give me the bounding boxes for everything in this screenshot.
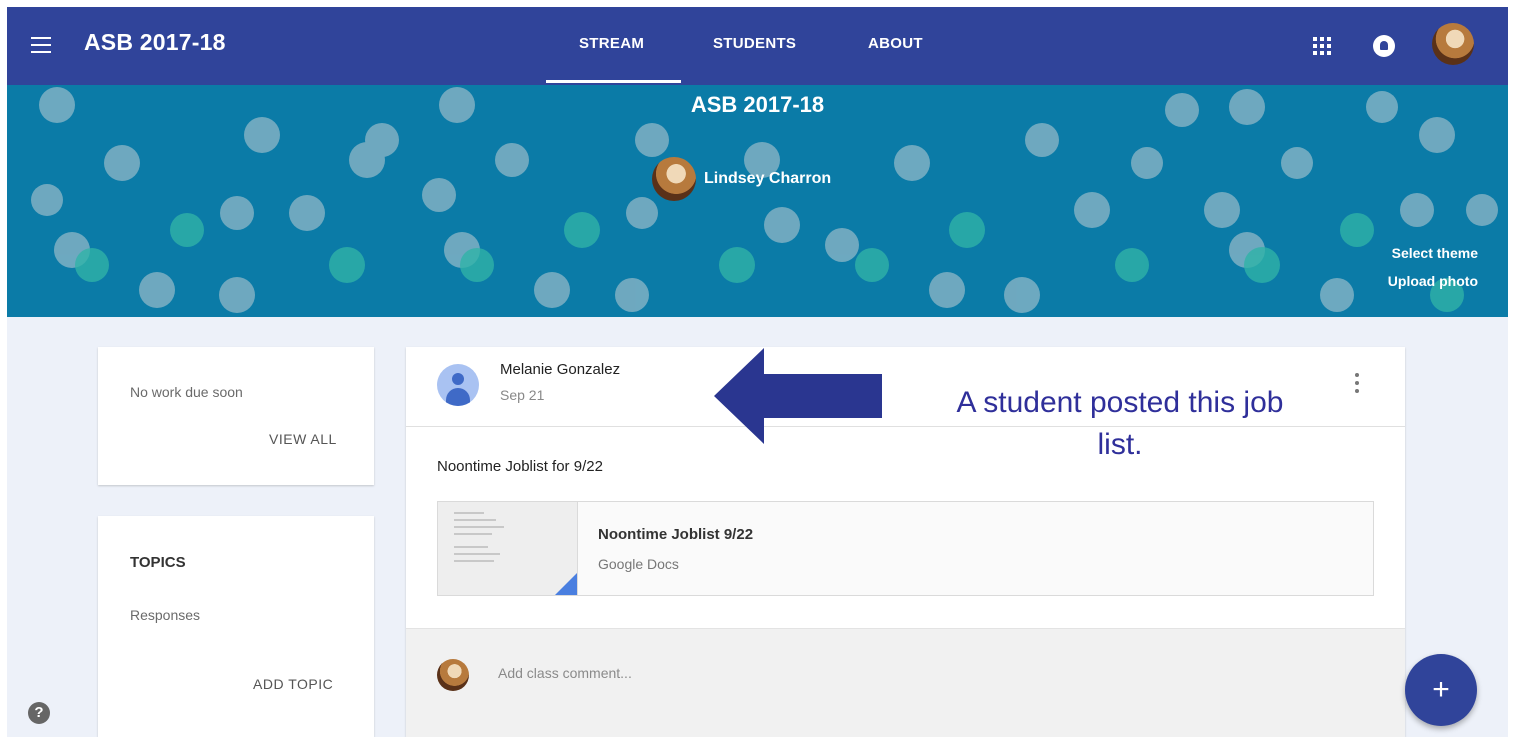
tab-students[interactable]: STUDENTS — [713, 35, 796, 52]
add-icon[interactable]: + — [1405, 654, 1477, 726]
teacher-chip: Lindsey Charron — [652, 157, 831, 201]
teacher-name: Lindsey Charron — [704, 170, 832, 187]
topics-card: TOPICS Responses ADD TOPIC — [98, 516, 374, 737]
tab-stream[interactable]: STREAM — [579, 35, 644, 52]
class-comment-input[interactable] — [498, 665, 1098, 681]
banner-class-title: ASB 2017-18 — [690, 92, 825, 117]
annotation-arrow-icon — [714, 348, 882, 444]
notifications-icon[interactable] — [1373, 35, 1395, 57]
document-thumbnail — [438, 502, 578, 595]
app-bar: ASB 2017-18 STREAM STUDENTS ABOUT — [7, 7, 1508, 85]
annotation-text: A student posted this job list. — [956, 386, 1284, 461]
more-options-icon[interactable] — [1352, 373, 1362, 395]
active-tab-indicator — [546, 80, 681, 83]
account-avatar[interactable] — [1432, 23, 1474, 65]
upload-photo-link[interactable]: Upload photo — [1388, 273, 1478, 289]
upcoming-work-card: No work due soon VIEW ALL — [98, 347, 374, 485]
post-text: Noontime Joblist for 9/22 — [437, 458, 603, 475]
help-icon[interactable]: ? — [28, 702, 50, 724]
attachment-title: Noontime Joblist 9/22 — [598, 526, 754, 543]
apps-grid-icon[interactable] — [1313, 37, 1331, 55]
attachment-type: Google Docs — [598, 556, 679, 572]
tab-about[interactable]: ABOUT — [868, 35, 923, 52]
topic-item-responses[interactable]: Responses — [130, 607, 200, 623]
attachment-card[interactable]: Noontime Joblist 9/22 Google Docs — [437, 501, 1374, 596]
class-banner: ASB 2017-18 Lindsey Charron Select theme… — [7, 85, 1508, 317]
view-all-button[interactable]: VIEW ALL — [269, 431, 337, 447]
post-date: Sep 21 — [500, 387, 545, 403]
upcoming-status: No work due soon — [130, 384, 243, 400]
comment-bar — [406, 628, 1405, 737]
student-avatar — [437, 364, 479, 406]
post-author: Melanie Gonzalez — [500, 361, 621, 378]
teacher-avatar — [652, 157, 696, 201]
commenter-avatar — [437, 659, 469, 691]
topics-heading: TOPICS — [130, 554, 186, 571]
hamburger-menu-icon[interactable] — [31, 37, 51, 53]
select-theme-link[interactable]: Select theme — [1392, 245, 1478, 261]
class-title: ASB 2017-18 — [84, 29, 226, 55]
polka-dot-pattern — [31, 87, 1498, 313]
add-topic-button[interactable]: ADD TOPIC — [253, 676, 333, 692]
